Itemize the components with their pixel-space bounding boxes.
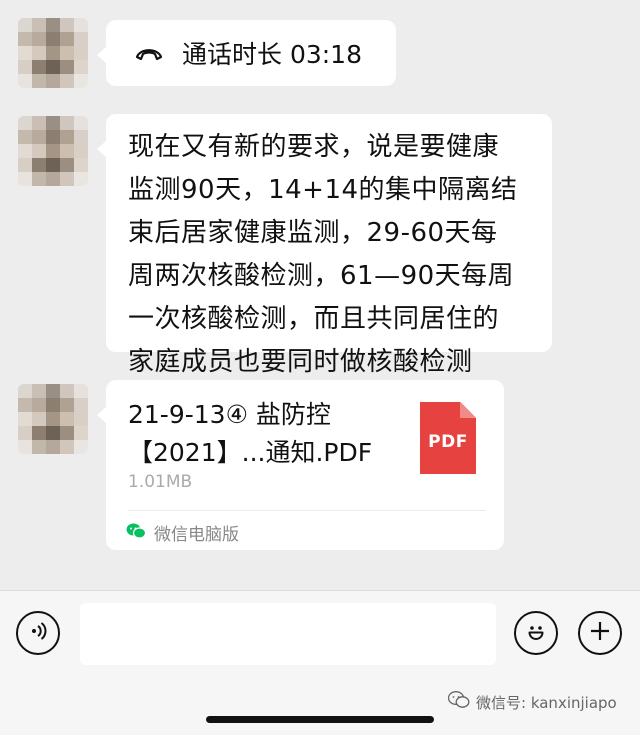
avatar[interactable] [18, 18, 88, 88]
text-message-bubble[interactable]: 现在又有新的要求，说是要健康 监测90天，14+14的集中隔离结 束后居家健康监… [97, 114, 552, 377]
watermark: 微信号: kanxinjiapo [447, 691, 617, 713]
plus-icon [588, 619, 612, 647]
chat-area: 通话时长 03:18 现在又有新的要求，说是要健康 监测90天，14+14的集中… [0, 0, 640, 590]
avatar[interactable] [18, 116, 88, 186]
file-size: 1.01MB [128, 472, 193, 492]
wechat-icon [447, 691, 470, 713]
plus-button[interactable] [578, 611, 622, 655]
message-text: 现在又有新的要求，说是要健康 监测90天，14+14的集中隔离结 束后居家健康监… [128, 132, 518, 377]
phone-hangup-icon [132, 36, 166, 70]
call-record-bubble[interactable]: 通话时长 03:18 [97, 20, 396, 86]
emoji-button[interactable] [514, 611, 558, 655]
message-input[interactable] [80, 603, 496, 665]
wechat-icon [126, 523, 147, 543]
voice-button[interactable] [16, 611, 60, 655]
divider [128, 510, 486, 511]
avatar[interactable] [18, 384, 88, 454]
file-message-bubble[interactable]: 21-9-13④ 盐防控 【2021】...通知.PDF 1.01MB PDF … [97, 380, 504, 550]
call-duration-text: 通话时长 03:18 [182, 40, 362, 69]
voice-icon [26, 619, 50, 647]
input-bar: 微信号: kanxinjiapo [0, 590, 640, 735]
watermark-text: 微信号: kanxinjiapo [476, 693, 617, 712]
emoji-icon [523, 618, 549, 648]
home-indicator[interactable] [206, 716, 434, 723]
file-name: 21-9-13④ 盐防控 【2021】...通知.PDF [128, 400, 373, 467]
pdf-file-icon: PDF [420, 402, 476, 474]
file-source: 微信电脑版 [126, 520, 239, 545]
pdf-icon-label: PDF [428, 432, 468, 452]
file-source-text: 微信电脑版 [154, 525, 239, 545]
